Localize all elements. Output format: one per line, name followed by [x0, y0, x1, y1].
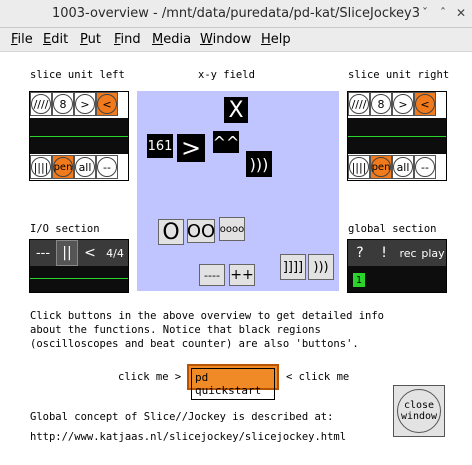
scope-trace	[348, 136, 446, 137]
slice-unit-left[interactable]: //// 8 > < |||| pen all --	[29, 91, 129, 181]
io-back-button[interactable]: <	[78, 240, 102, 266]
label-global-section: global section	[348, 223, 437, 235]
menu-put[interactable]: Put	[80, 32, 101, 47]
io-section[interactable]: --- || < 4/4	[29, 239, 129, 293]
concept-url: http://www.katjaas.nl/slicejockey/slicej…	[30, 431, 347, 443]
click-me-left: click me >	[118, 371, 182, 383]
slice-left-forward-button[interactable]: >	[74, 92, 96, 116]
window-title-bar[interactable]: 1003-overview - /mnt/data/puredata/pd-ka…	[0, 0, 472, 28]
xy-field[interactable]: X ^^ 161 > ))) O OO oooo ---- ++ ]]]] ))…	[137, 91, 339, 291]
slice-left-pen-button[interactable]: pen	[52, 155, 74, 179]
io-pause-button[interactable]: ||	[56, 240, 78, 266]
menu-help[interactable]: Help	[261, 32, 291, 47]
slice-left-oscilloscope[interactable]	[30, 118, 128, 154]
menu-edit[interactable]: Edit	[43, 32, 68, 47]
minimize-icon[interactable]: ˇ	[418, 6, 432, 20]
xy-dash-button[interactable]: ----	[199, 264, 225, 286]
menu-find[interactable]: Find	[114, 32, 141, 47]
label-slice-unit-right: slice unit right	[348, 69, 450, 81]
info-line-1: Click buttons in the above overview to g…	[30, 310, 385, 322]
slice-right-pen-button[interactable]: pen	[370, 155, 392, 179]
label-slice-unit-left: slice unit left	[30, 69, 125, 81]
patch-canvas[interactable]: slice unit left x-y field slice unit rig…	[0, 53, 472, 465]
slice-left-reverse-button[interactable]: <	[96, 92, 118, 116]
xy-oo-button[interactable]: OO	[187, 219, 215, 243]
slice-left-hatch-button[interactable]: ////	[30, 92, 52, 116]
close-window-button[interactable]: close window	[393, 385, 445, 437]
slice-right-oscilloscope[interactable]	[348, 118, 446, 154]
xy-paren2-button[interactable]: )))	[308, 254, 334, 280]
window-title: 1003-overview - /mnt/data/puredata/pd-ka…	[51, 6, 421, 21]
xy-number-display[interactable]: 161	[147, 134, 173, 158]
slice-right-reverse-button[interactable]: <	[414, 92, 436, 116]
menu-media[interactable]: Media	[152, 32, 191, 47]
close-window-circle: close window	[397, 389, 441, 433]
global-play-button[interactable]: play	[420, 240, 446, 266]
xy-x-button[interactable]: X	[224, 97, 248, 123]
global-alert-button[interactable]: !	[372, 240, 396, 266]
click-me-right: < click me	[286, 371, 350, 383]
slice-right-forward-button[interactable]: >	[392, 92, 414, 116]
slice-unit-right[interactable]: //// 8 > < |||| pen all --	[347, 91, 447, 181]
xy-oooo-button[interactable]: oooo	[219, 217, 245, 241]
close-icon[interactable]: ✕	[454, 6, 468, 20]
io-dash-button[interactable]: ---	[30, 240, 56, 266]
slice-right-hatch-button[interactable]: ////	[348, 92, 370, 116]
label-io-section: I/O section	[30, 223, 100, 235]
global-rec-button[interactable]: rec	[396, 240, 420, 266]
beat-counter[interactable]: 1	[353, 273, 365, 287]
io-scope-trace	[30, 278, 128, 279]
maximize-icon[interactable]: ˆ	[436, 6, 450, 20]
xy-plus-button[interactable]: ++	[229, 264, 255, 286]
slice-right-dash-button[interactable]: --	[414, 155, 436, 179]
slice-left-bars-button[interactable]: ||||	[30, 155, 52, 179]
xy-caret-button[interactable]: ^^	[213, 131, 239, 153]
xy-paren-button[interactable]: )))	[246, 151, 272, 177]
slice-right-8-button[interactable]: 8	[370, 92, 392, 116]
io-time-signature[interactable]: 4/4	[102, 240, 128, 266]
slice-left-all-button[interactable]: all	[74, 155, 96, 179]
menu-bar: File Edit Put Find Media Window Help	[0, 28, 472, 52]
global-section[interactable]: ? ! rec play 1	[347, 239, 447, 293]
slice-left-dash-button[interactable]: --	[96, 155, 118, 179]
close-window-label-1: close	[403, 400, 435, 411]
label-xy-field: x-y field	[198, 69, 255, 81]
scope-trace	[30, 136, 128, 137]
concept-text: Global concept of Slice//Jockey is descr…	[30, 411, 334, 423]
info-line-2: about the functions. Notice that black r…	[30, 324, 321, 336]
xy-o-button[interactable]: O	[158, 219, 184, 245]
menu-window[interactable]: Window	[200, 32, 251, 47]
global-help-button[interactable]: ?	[348, 240, 372, 266]
pd-quickstart-label: pd quickstart	[191, 368, 275, 400]
slice-left-8-button[interactable]: 8	[52, 92, 74, 116]
close-window-label-2: window	[400, 411, 438, 422]
pd-quickstart-button[interactable]: pd quickstart	[187, 364, 279, 400]
xy-bars-button[interactable]: ]]]]	[280, 254, 306, 280]
slice-right-bars-button[interactable]: ||||	[348, 155, 370, 179]
menu-file[interactable]: File	[11, 32, 33, 47]
info-line-3: (oscilloscopes and beat counter) are als…	[30, 338, 359, 350]
slice-right-all-button[interactable]: all	[392, 155, 414, 179]
xy-forward-button[interactable]: >	[177, 134, 205, 162]
